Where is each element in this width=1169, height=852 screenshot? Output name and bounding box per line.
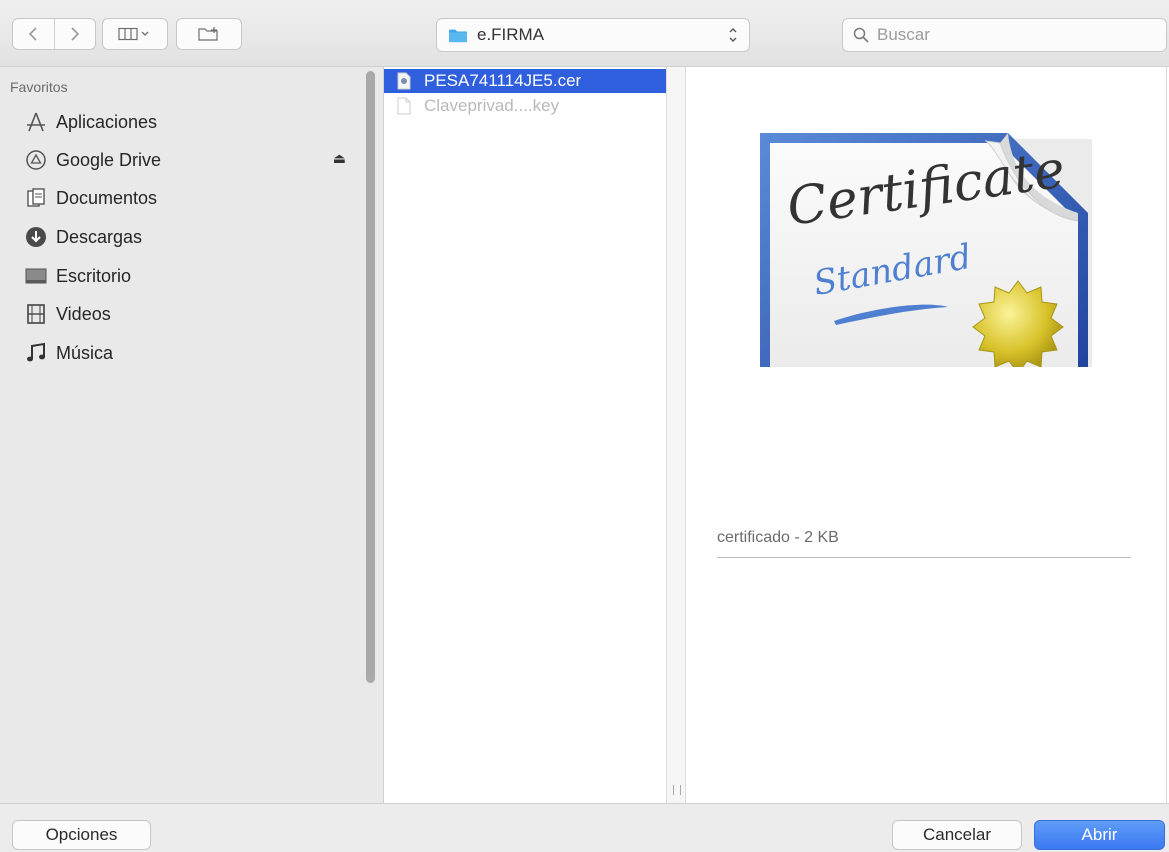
back-button[interactable] (13, 19, 54, 49)
sidebar-item-label: Aplicaciones (56, 111, 158, 132)
preview-pane: Certificate Standard certificado - 2 KB (686, 67, 1169, 803)
sidebar-item-label: Música (56, 342, 114, 363)
file-name: Claveprivad....key (424, 96, 560, 115)
columns-view-icon (118, 27, 149, 41)
sidebar-heading: Favoritos (10, 79, 68, 95)
sidebar-item-label: Google Drive (56, 149, 162, 170)
eject-icon[interactable]: ⏏ (333, 150, 346, 167)
location-label: e.FIRMA (477, 25, 545, 44)
applications-icon (24, 110, 48, 134)
updown-chevron-icon (729, 28, 737, 42)
back-forward-control (12, 18, 96, 50)
videos-icon (24, 302, 48, 326)
sidebar-item-videos[interactable]: Videos (24, 299, 354, 329)
preview-edge (1166, 67, 1167, 803)
sidebar-item-aplicaciones[interactable]: Aplicaciones (24, 107, 354, 137)
open-button[interactable]: Abrir (1034, 820, 1165, 850)
forward-button[interactable] (53, 19, 96, 49)
certificate-file-icon (397, 72, 411, 90)
document-file-icon (397, 97, 411, 115)
sidebar-item-documentos[interactable]: Documentos (24, 183, 354, 213)
search-icon (853, 27, 869, 43)
sidebar-item-descargas[interactable]: Descargas (24, 222, 354, 252)
preview-info: certificado - 2 KB (717, 529, 839, 546)
certificate-preview-image: Certificate Standard (760, 133, 1092, 367)
cancel-button[interactable]: Cancelar (892, 820, 1022, 850)
chevron-right-icon (71, 27, 79, 41)
documents-icon (24, 186, 48, 210)
chevron-left-icon (29, 27, 37, 41)
column-resize-handle[interactable] (666, 67, 686, 803)
toolbar: e.FIRMA (0, 0, 1169, 67)
file-name: PESA741114JE5.cer (424, 71, 582, 90)
sidebar-scrollbar[interactable] (366, 71, 375, 683)
sidebar: Favoritos Aplicaciones Google Drive ⏏ Do… (0, 67, 383, 803)
options-button[interactable]: Opciones (12, 820, 151, 850)
desktop-icon (24, 264, 48, 288)
sidebar-item-escritorio[interactable]: Escritorio (24, 261, 354, 291)
bottom-bar: Opciones Cancelar Abrir (0, 803, 1169, 852)
google-drive-icon (24, 148, 48, 172)
file-item-cer[interactable]: PESA741114JE5.cer (384, 69, 666, 93)
new-folder-button[interactable] (176, 18, 242, 50)
open-file-dialog: e.FIRMA Favoritos Aplicaciones (0, 0, 1169, 852)
location-popup[interactable]: e.FIRMA (436, 18, 750, 52)
sidebar-item-musica[interactable]: Música (24, 338, 354, 368)
music-icon (24, 341, 48, 365)
preview-divider (717, 557, 1131, 558)
grip-icon (673, 785, 681, 795)
sidebar-item-label: Escritorio (56, 265, 132, 286)
folder-icon (449, 29, 467, 43)
view-mode-button[interactable] (102, 18, 168, 50)
search-field[interactable] (842, 18, 1167, 52)
sidebar-item-label: Descargas (56, 226, 143, 247)
downloads-icon (24, 225, 48, 249)
new-folder-icon (198, 27, 218, 41)
file-item-key: Claveprivad....key (384, 94, 666, 118)
sidebar-item-label: Documentos (56, 187, 158, 208)
sidebar-item-label: Videos (56, 303, 111, 324)
sidebar-item-google-drive[interactable]: Google Drive ⏏ (24, 145, 354, 175)
file-column: PESA741114JE5.cer Claveprivad....key (383, 67, 666, 803)
search-input[interactable] (875, 24, 1139, 46)
